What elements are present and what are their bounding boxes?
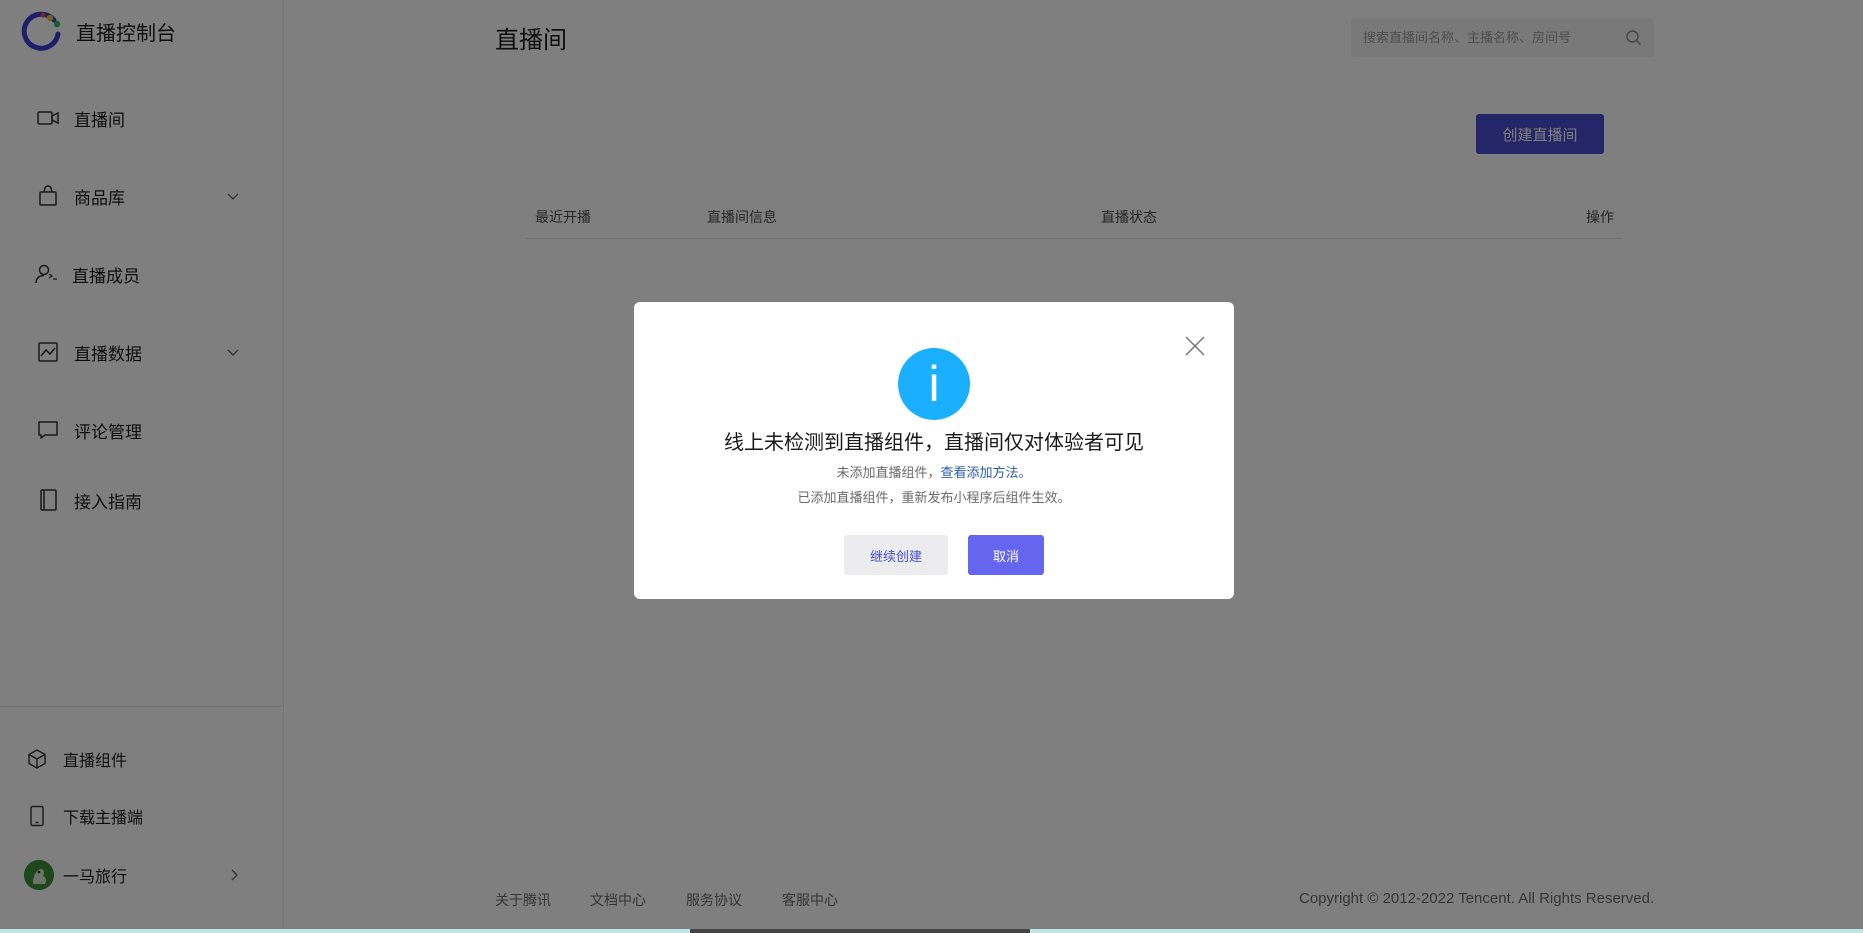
component-warning-dialog: i 线上未检测到直播组件，直播间仅对体验者可见 未添加直播组件，查看添加方法。 …: [634, 302, 1234, 599]
cancel-button[interactable]: 取消: [968, 535, 1044, 575]
info-icon: i: [898, 348, 970, 420]
info-icon-glyph: i: [928, 356, 940, 412]
taskbar-strip: [0, 929, 1863, 933]
taskbar-strip-segment: [690, 929, 1030, 933]
continue-create-button[interactable]: 继续创建: [844, 535, 948, 575]
view-add-method-link[interactable]: 查看添加方法。: [941, 465, 1032, 480]
dialog-message-line1: 未添加直播组件，查看添加方法。: [634, 462, 1234, 481]
dialog-message-text: 未添加直播组件，: [836, 465, 941, 480]
dialog-message-line2: 已添加直播组件，重新发布小程序后组件生效。: [797, 490, 1071, 505]
dialog-title: 线上未检测到直播组件，直播间仅对体验者可见: [724, 432, 1144, 454]
close-icon[interactable]: [1183, 334, 1207, 358]
